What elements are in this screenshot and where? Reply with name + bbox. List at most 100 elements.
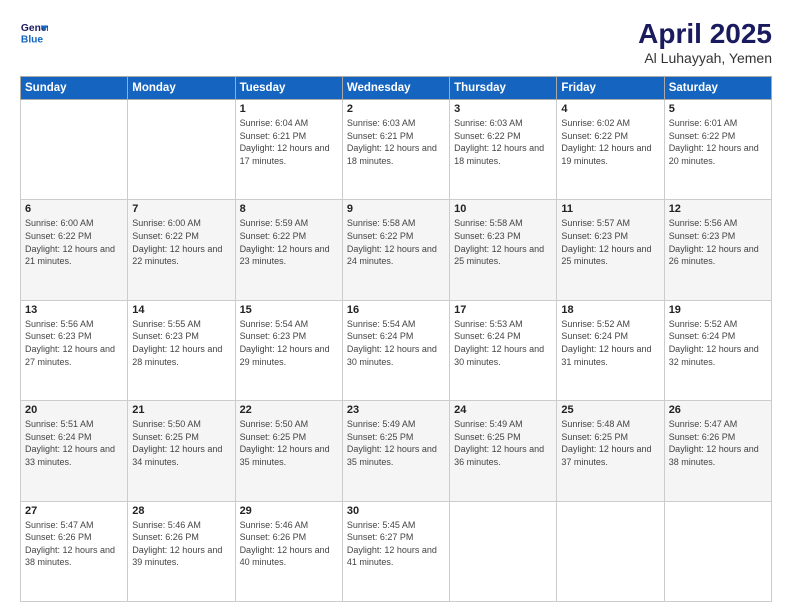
day-number: 19 (669, 304, 767, 316)
day-number: 28 (132, 505, 230, 517)
header-row: SundayMondayTuesdayWednesdayThursdayFrid… (21, 77, 772, 100)
day-number: 6 (25, 203, 123, 215)
calendar-cell: 17 Sunrise: 5:53 AM Sunset: 6:24 PM Dayli… (450, 300, 557, 400)
calendar-cell (450, 501, 557, 601)
day-number: 11 (561, 203, 659, 215)
header: General Blue April 2025 Al Luhayyah, Yem… (20, 18, 772, 66)
logo-icon: General Blue (20, 18, 48, 46)
day-info: Sunrise: 5:50 AM Sunset: 6:25 PM Dayligh… (240, 418, 338, 468)
day-info: Sunrise: 5:52 AM Sunset: 6:24 PM Dayligh… (561, 318, 659, 368)
calendar-cell: 2Sunrise: 6:03 AM Sunset: 6:21 PM Daylig… (342, 100, 449, 200)
calendar-cell: 6 Sunrise: 6:00 AM Sunset: 6:22 PM Daylig… (21, 200, 128, 300)
calendar-cell: 29Sunrise: 5:46 AM Sunset: 6:26 PM Dayli… (235, 501, 342, 601)
day-info: Sunrise: 5:56 AM Sunset: 6:23 PM Dayligh… (25, 318, 123, 368)
day-info: Sunrise: 5:53 AM Sunset: 6:24 PM Dayligh… (454, 318, 552, 368)
day-number: 1 (240, 103, 338, 115)
calendar-cell: 13 Sunrise: 5:56 AM Sunset: 6:23 PM Dayli… (21, 300, 128, 400)
day-number: 30 (347, 505, 445, 517)
header-day-thursday: Thursday (450, 77, 557, 100)
day-info: Sunrise: 5:47 AM Sunset: 6:26 PM Dayligh… (669, 418, 767, 468)
calendar: SundayMondayTuesdayWednesdayThursdayFrid… (20, 76, 772, 602)
day-info: Sunrise: 5:51 AM Sunset: 6:24 PM Dayligh… (25, 418, 123, 468)
day-number: 2 (347, 103, 445, 115)
calendar-cell (21, 100, 128, 200)
day-number: 24 (454, 404, 552, 416)
header-day-saturday: Saturday (664, 77, 771, 100)
week-row-3: 13 Sunrise: 5:56 AM Sunset: 6:23 PM Dayli… (21, 300, 772, 400)
day-info: Sunrise: 5:58 AM Sunset: 6:23 PM Dayligh… (454, 217, 552, 267)
calendar-cell: 22 Sunrise: 5:50 AM Sunset: 6:25 PM Dayli… (235, 401, 342, 501)
day-info: Sunrise: 5:49 AM Sunset: 6:25 PM Dayligh… (347, 418, 445, 468)
calendar-cell: 26Sunrise: 5:47 AM Sunset: 6:26 PM Dayli… (664, 401, 771, 501)
calendar-cell: 25 Sunrise: 5:48 AM Sunset: 6:25 PM Dayli… (557, 401, 664, 501)
calendar-cell: 21 Sunrise: 5:50 AM Sunset: 6:25 PM Dayli… (128, 401, 235, 501)
day-info: Sunrise: 5:46 AM Sunset: 6:26 PM Dayligh… (132, 519, 230, 569)
week-row-4: 20 Sunrise: 5:51 AM Sunset: 6:24 PM Dayli… (21, 401, 772, 501)
calendar-cell: 27 Sunrise: 5:47 AM Sunset: 6:26 PM Dayli… (21, 501, 128, 601)
calendar-title: April 2025 (638, 18, 772, 50)
calendar-cell: 14Sunrise: 5:55 AM Sunset: 6:23 PM Dayli… (128, 300, 235, 400)
header-day-friday: Friday (557, 77, 664, 100)
day-info: Sunrise: 5:59 AM Sunset: 6:22 PM Dayligh… (240, 217, 338, 267)
calendar-cell: 12 Sunrise: 5:56 AM Sunset: 6:23 PM Dayli… (664, 200, 771, 300)
day-number: 17 (454, 304, 552, 316)
calendar-cell: 28 Sunrise: 5:46 AM Sunset: 6:26 PM Dayli… (128, 501, 235, 601)
day-info: Sunrise: 5:58 AM Sunset: 6:22 PM Dayligh… (347, 217, 445, 267)
calendar-table: SundayMondayTuesdayWednesdayThursdayFrid… (20, 76, 772, 602)
calendar-cell: 15Sunrise: 5:54 AM Sunset: 6:23 PM Dayli… (235, 300, 342, 400)
week-row-1: 1 Sunrise: 6:04 AM Sunset: 6:21 PM Daylig… (21, 100, 772, 200)
day-number: 20 (25, 404, 123, 416)
day-number: 5 (669, 103, 767, 115)
day-info: Sunrise: 5:45 AM Sunset: 6:27 PM Dayligh… (347, 519, 445, 569)
day-number: 10 (454, 203, 552, 215)
day-info: Sunrise: 6:03 AM Sunset: 6:22 PM Dayligh… (454, 117, 552, 167)
title-block: April 2025 Al Luhayyah, Yemen (638, 18, 772, 66)
day-number: 3 (454, 103, 552, 115)
week-row-2: 6 Sunrise: 6:00 AM Sunset: 6:22 PM Daylig… (21, 200, 772, 300)
day-info: Sunrise: 5:56 AM Sunset: 6:23 PM Dayligh… (669, 217, 767, 267)
calendar-cell: 3 Sunrise: 6:03 AM Sunset: 6:22 PM Daylig… (450, 100, 557, 200)
calendar-cell: 8 Sunrise: 5:59 AM Sunset: 6:22 PM Daylig… (235, 200, 342, 300)
day-info: Sunrise: 5:47 AM Sunset: 6:26 PM Dayligh… (25, 519, 123, 569)
header-day-tuesday: Tuesday (235, 77, 342, 100)
day-info: Sunrise: 6:00 AM Sunset: 6:22 PM Dayligh… (132, 217, 230, 267)
calendar-cell (128, 100, 235, 200)
calendar-header: SundayMondayTuesdayWednesdayThursdayFrid… (21, 77, 772, 100)
calendar-cell: 19 Sunrise: 5:52 AM Sunset: 6:24 PM Dayli… (664, 300, 771, 400)
day-info: Sunrise: 5:48 AM Sunset: 6:25 PM Dayligh… (561, 418, 659, 468)
calendar-cell: 30 Sunrise: 5:45 AM Sunset: 6:27 PM Dayli… (342, 501, 449, 601)
day-info: Sunrise: 5:54 AM Sunset: 6:24 PM Dayligh… (347, 318, 445, 368)
svg-text:Blue: Blue (21, 34, 44, 45)
day-number: 7 (132, 203, 230, 215)
day-info: Sunrise: 5:54 AM Sunset: 6:23 PM Dayligh… (240, 318, 338, 368)
calendar-body: 1 Sunrise: 6:04 AM Sunset: 6:21 PM Daylig… (21, 100, 772, 602)
day-number: 8 (240, 203, 338, 215)
day-info: Sunrise: 6:00 AM Sunset: 6:22 PM Dayligh… (25, 217, 123, 267)
logo: General Blue (20, 18, 48, 46)
calendar-cell (664, 501, 771, 601)
day-info: Sunrise: 6:01 AM Sunset: 6:22 PM Dayligh… (669, 117, 767, 167)
day-number: 22 (240, 404, 338, 416)
day-number: 13 (25, 304, 123, 316)
header-day-sunday: Sunday (21, 77, 128, 100)
day-number: 4 (561, 103, 659, 115)
day-info: Sunrise: 5:52 AM Sunset: 6:24 PM Dayligh… (669, 318, 767, 368)
day-info: Sunrise: 5:49 AM Sunset: 6:25 PM Dayligh… (454, 418, 552, 468)
day-info: Sunrise: 5:50 AM Sunset: 6:25 PM Dayligh… (132, 418, 230, 468)
day-number: 27 (25, 505, 123, 517)
calendar-cell: 1 Sunrise: 6:04 AM Sunset: 6:21 PM Daylig… (235, 100, 342, 200)
calendar-cell: 10 Sunrise: 5:58 AM Sunset: 6:23 PM Dayli… (450, 200, 557, 300)
calendar-cell: 4Sunrise: 6:02 AM Sunset: 6:22 PM Daylig… (557, 100, 664, 200)
calendar-cell: 5 Sunrise: 6:01 AM Sunset: 6:22 PM Daylig… (664, 100, 771, 200)
day-number: 21 (132, 404, 230, 416)
calendar-cell: 7 Sunrise: 6:00 AM Sunset: 6:22 PM Daylig… (128, 200, 235, 300)
day-number: 23 (347, 404, 445, 416)
calendar-cell: 9Sunrise: 5:58 AM Sunset: 6:22 PM Daylig… (342, 200, 449, 300)
calendar-cell: 20 Sunrise: 5:51 AM Sunset: 6:24 PM Dayli… (21, 401, 128, 501)
day-number: 12 (669, 203, 767, 215)
day-info: Sunrise: 6:04 AM Sunset: 6:21 PM Dayligh… (240, 117, 338, 167)
day-info: Sunrise: 5:55 AM Sunset: 6:23 PM Dayligh… (132, 318, 230, 368)
day-info: Sunrise: 5:46 AM Sunset: 6:26 PM Dayligh… (240, 519, 338, 569)
calendar-cell (557, 501, 664, 601)
day-number: 25 (561, 404, 659, 416)
